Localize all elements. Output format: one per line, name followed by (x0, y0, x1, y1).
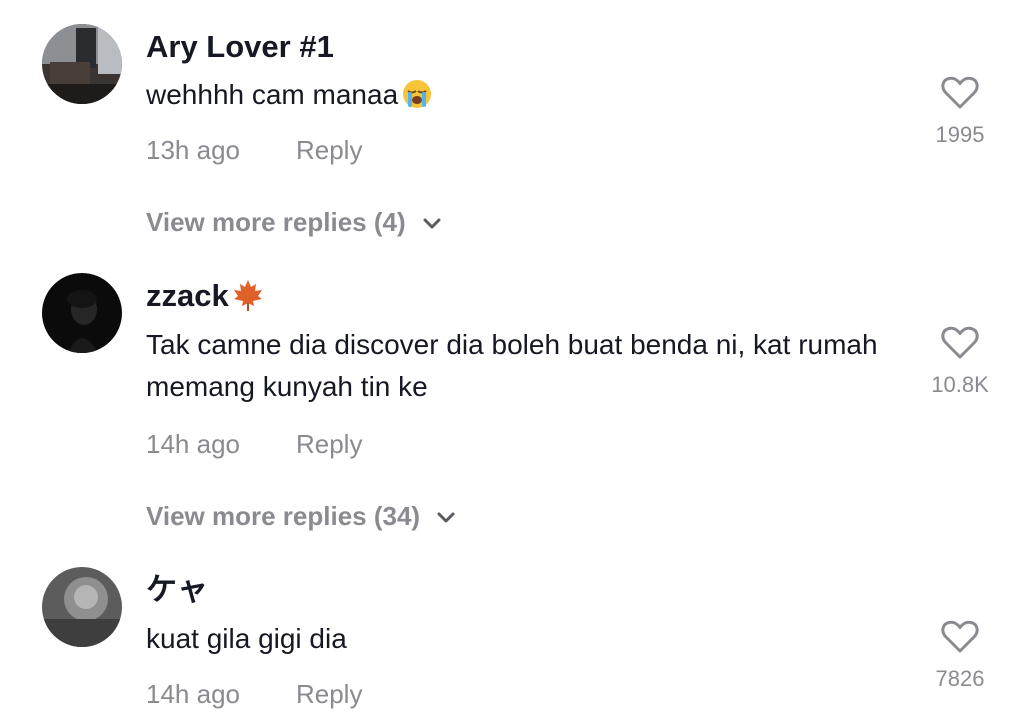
avatar[interactable] (42, 24, 122, 104)
heart-outline-icon[interactable] (941, 620, 979, 654)
heart-outline-icon[interactable] (941, 326, 979, 360)
comment-timestamp: 14h ago (146, 679, 240, 709)
avatar[interactable] (42, 273, 122, 353)
comment-username[interactable]: ケャ (146, 570, 208, 610)
view-more-replies-button[interactable]: View more replies (34) (146, 499, 456, 533)
heart-outline-icon[interactable] (941, 76, 979, 110)
comment-meta: 14h ago Reply (146, 427, 362, 461)
like-count: 1995 (935, 122, 985, 147)
comment-timestamp: 13h ago (146, 135, 240, 165)
view-more-replies-button[interactable]: View more replies (4) (146, 205, 442, 239)
loudly-crying-face-icon (402, 79, 432, 109)
reply-button[interactable]: Reply (296, 429, 362, 459)
comment-text: kuat gila gigi dia (146, 623, 347, 654)
chevron-down-icon (423, 218, 441, 229)
maple-leaf-icon (231, 278, 265, 312)
chevron-down-icon (437, 512, 455, 523)
like-control: 7826 (900, 620, 1020, 692)
view-more-replies-label: View more replies (34) (146, 501, 421, 531)
comment-username[interactable]: zzack (146, 276, 265, 316)
like-control: 1995 (900, 76, 1020, 148)
comment-text: wehhhh cam manaa (146, 74, 906, 116)
avatar[interactable] (42, 567, 122, 647)
reply-button[interactable]: Reply (296, 135, 362, 165)
comment-username[interactable]: Ary Lover #1 (146, 27, 334, 67)
comment-timestamp: 14h ago (146, 429, 240, 459)
reply-button[interactable]: Reply (296, 679, 362, 709)
like-count: 7826 (935, 666, 985, 691)
view-more-replies-label: View more replies (4) (146, 207, 406, 237)
comment-text: Tak camne dia discover dia boleh buat be… (146, 329, 878, 402)
like-control: 10.8K (900, 326, 1020, 398)
comment-meta: 14h ago Reply (146, 677, 362, 711)
comment-text-content: wehhhh cam manaa (146, 79, 399, 110)
like-count: 10.8K (931, 372, 989, 397)
comment-username-text: zzack (146, 278, 229, 313)
comment-meta: 13h ago Reply (146, 133, 362, 167)
